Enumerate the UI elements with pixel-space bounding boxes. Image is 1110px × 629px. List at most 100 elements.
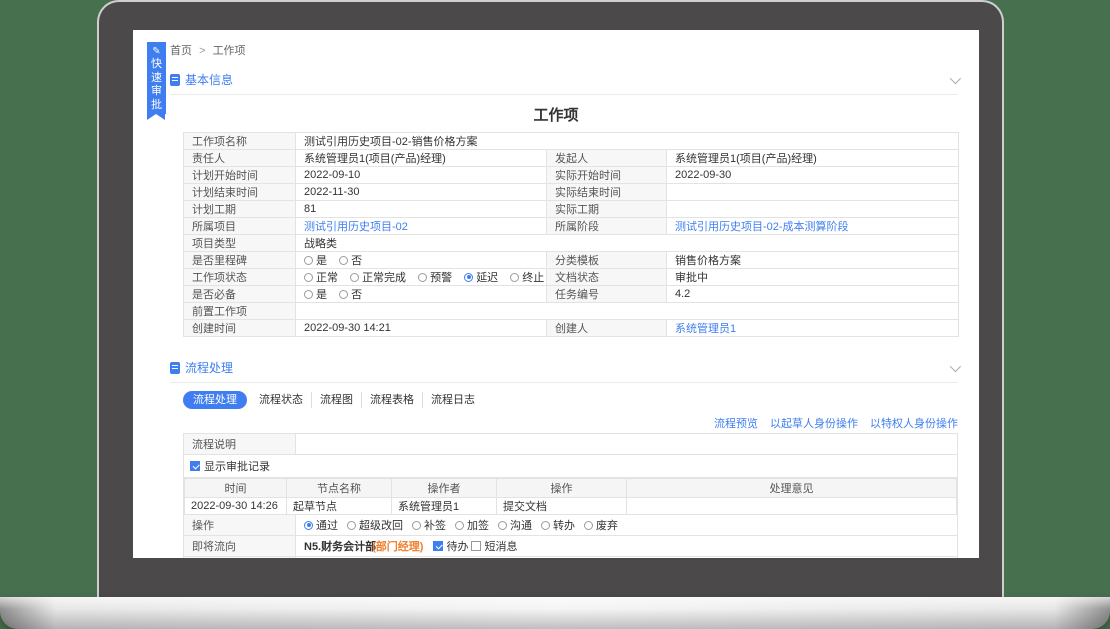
section-header-basic-info: 基本信息 <box>170 71 958 95</box>
field-value: 4.2 <box>667 286 959 303</box>
field-label: 责任人 <box>184 150 296 167</box>
process-preview-link[interactable]: 流程预览 <box>714 415 758 431</box>
field-label: 计划结束时间 <box>184 184 296 201</box>
basic-info-table: 工作项名称 测试引用历史项目-02-销售价格方案 责任人 系统管理员1(项目(产… <box>183 132 959 337</box>
operate-as-privileged-link[interactable]: 以特权人身份操作 <box>870 415 958 431</box>
project-link[interactable]: 测试引用历史项目-02 <box>304 221 408 233</box>
quick-approval-ribbon[interactable]: ✎ 快速审批 <box>147 42 166 114</box>
record-time: 2022-09-30 14:26 <box>185 498 287 515</box>
field-label: 是否里程碑 <box>184 252 296 269</box>
field-label: 工作项名称 <box>184 133 296 150</box>
show-records-checkbox[interactable] <box>190 461 200 471</box>
laptop-mockup: ✎ 快速审批 首页 > 工作项 基本信息 工作项 工作项名称 测试引用历史项目-… <box>0 0 1110 629</box>
field-label: 发起人 <box>547 150 667 167</box>
action-countersign-radio[interactable] <box>412 521 421 530</box>
status-radio-selected[interactable] <box>464 273 473 282</box>
chevron-down-icon[interactable] <box>950 360 961 371</box>
process-tabs: 流程处理 流程状态 流程图 流程表格 流程日志 <box>183 391 958 409</box>
record-operator: 系统管理员1 <box>392 498 497 515</box>
action-communicate-radio[interactable] <box>498 521 507 530</box>
field-label: 实际结束时间 <box>547 184 667 201</box>
status-radio[interactable] <box>418 273 427 282</box>
pencil-icon: ✎ <box>147 46 166 58</box>
table-row: 前置工作项 <box>184 303 959 320</box>
breadcrumb-home[interactable]: 首页 <box>170 45 192 57</box>
table-row: 计划工期 81 实际工期 <box>184 201 959 218</box>
ribbon-label: 快速审批 <box>147 58 166 112</box>
record-opinion <box>627 498 957 515</box>
field-value: 战略类 <box>296 235 959 252</box>
section-title: 流程处理 <box>185 359 233 376</box>
flow-target: N5.财务会计部 <box>304 538 376 554</box>
chevron-down-icon[interactable] <box>950 72 961 83</box>
action-forward-radio[interactable] <box>541 521 550 530</box>
status-radio[interactable] <box>304 273 313 282</box>
action-add-sign-radio[interactable] <box>455 521 464 530</box>
record-action: 提交文档 <box>497 498 627 515</box>
field-label: 操作 <box>184 515 296 535</box>
field-value: 2022-11-30 <box>296 184 547 201</box>
breadcrumb: 首页 > 工作项 <box>170 42 958 58</box>
field-value: 81 <box>296 201 547 218</box>
laptop-base <box>0 597 1110 629</box>
field-label: 分类模板 <box>547 252 667 269</box>
show-records-row: 显示审批记录 <box>184 455 957 478</box>
column-header: 时间 <box>185 479 287 498</box>
field-label: 流程说明 <box>184 434 296 454</box>
urgency-row: 通知紧急程度 紧急 急 一般 <box>184 557 957 558</box>
table-row: 项目类型 战略类 <box>184 235 959 252</box>
table-row: 2022-09-30 14:26 起草节点 系统管理员1 提交文档 <box>185 498 957 515</box>
required-no-radio[interactable] <box>339 290 348 299</box>
required-yes-radio[interactable] <box>304 290 313 299</box>
milestone-no-radio[interactable] <box>339 256 348 265</box>
field-value: 2022-09-30 <box>667 167 959 184</box>
field-value <box>667 201 959 218</box>
field-label: 通知紧急程度 <box>184 557 296 558</box>
tab-process-table[interactable]: 流程表格 <box>361 392 422 408</box>
field-value: 销售价格方案 <box>667 252 959 269</box>
phase-link[interactable]: 测试引用历史项目-02-成本测算阶段 <box>675 221 849 233</box>
show-records-label: 显示审批记录 <box>204 458 270 474</box>
field-value <box>296 303 959 320</box>
creator-link[interactable]: 系统管理员1 <box>675 323 736 335</box>
sms-checkbox[interactable] <box>471 541 481 551</box>
field-label: 所属阶段 <box>547 218 667 235</box>
field-label: 工作项状态 <box>184 269 296 286</box>
process-desc-row: 流程说明 <box>184 434 957 455</box>
table-row: 责任人 系统管理员1(项目(产品)经理) 发起人 系统管理员1(项目(产品)经理… <box>184 150 959 167</box>
tab-process-diagram[interactable]: 流程图 <box>311 392 361 408</box>
operate-as-drafter-link[interactable]: 以起草人身份操作 <box>770 415 858 431</box>
field-value: 2022-09-10 <box>296 167 547 184</box>
action-approve-radio[interactable] <box>304 521 313 530</box>
action-super-revert-radio[interactable] <box>347 521 356 530</box>
tab-process-log[interactable]: 流程日志 <box>422 392 483 408</box>
table-row: 所属项目 测试引用历史项目-02 所属阶段 测试引用历史项目-02-成本测算阶段 <box>184 218 959 235</box>
field-label: 项目类型 <box>184 235 296 252</box>
table-row: 工作项名称 测试引用历史项目-02-销售价格方案 <box>184 133 959 150</box>
action-discard-radio[interactable] <box>584 521 593 530</box>
breadcrumb-separator: > <box>199 45 205 57</box>
table-row: 创建时间 2022-09-30 14:21 创建人 系统管理员1 <box>184 320 959 337</box>
section-header-process: 流程处理 <box>170 359 958 383</box>
field-label: 所属项目 <box>184 218 296 235</box>
document-icon <box>170 74 180 86</box>
status-radio[interactable] <box>510 273 519 282</box>
process-form: 流程说明 显示审批记录 时间 节点名称 操作者 操作 处理意见 <box>183 433 958 558</box>
field-label: 是否必备 <box>184 286 296 303</box>
breadcrumb-current: 工作项 <box>213 45 246 57</box>
milestone-yes-radio[interactable] <box>304 256 313 265</box>
table-row: 计划结束时间 2022-11-30 实际结束时间 <box>184 184 959 201</box>
process-action-links: 流程预览 以起草人身份操作 以特权人身份操作 <box>133 415 958 431</box>
field-label: 实际开始时间 <box>547 167 667 184</box>
status-radio[interactable] <box>350 273 359 282</box>
tab-process-handle[interactable]: 流程处理 <box>183 391 247 409</box>
section-title: 基本信息 <box>185 71 233 88</box>
field-label: 文档状态 <box>547 269 667 286</box>
todo-checkbox[interactable] <box>433 541 443 551</box>
ribbon-notch <box>147 114 165 120</box>
field-label: 创建人 <box>547 320 667 337</box>
table-header-row: 时间 节点名称 操作者 操作 处理意见 <box>185 479 957 498</box>
field-value <box>667 184 959 201</box>
field-value: 系统管理员1(项目(产品)经理) <box>667 150 959 167</box>
tab-process-status[interactable]: 流程状态 <box>251 392 311 408</box>
